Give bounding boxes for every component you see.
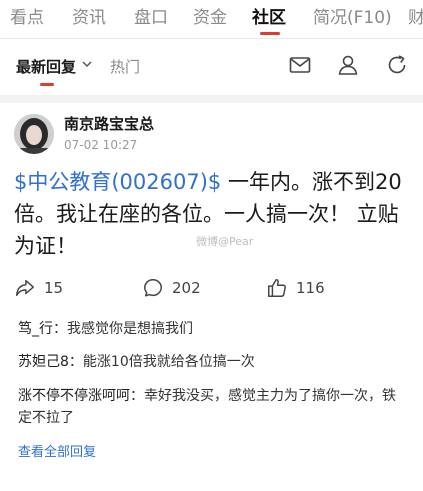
share-icon[interactable]: [14, 277, 36, 299]
reply-item[interactable]: 笃_行：我感觉你是想搞我们: [18, 318, 408, 340]
tab-news[interactable]: 资讯: [72, 3, 106, 28]
comment-count: 202: [172, 279, 201, 297]
stock-link[interactable]: $中公教育(002607)$: [14, 170, 221, 194]
reply-author[interactable]: 笃_行: [18, 321, 53, 337]
watermark: 微博@Pear: [196, 235, 254, 248]
reply-text: 我感觉你是想搞我们: [67, 321, 193, 337]
like-icon[interactable]: [266, 277, 288, 299]
reply-text: 能涨10倍我就给各位搞一次: [82, 354, 255, 370]
refresh-icon[interactable]: [385, 53, 409, 77]
chevron-down-icon[interactable]: [82, 61, 92, 68]
post-time: 07-02 10:27: [64, 138, 138, 152]
reply-item[interactable]: 苏妲己8：能涨10倍我就给各位搞一次: [18, 351, 408, 373]
share-count: 15: [44, 279, 64, 297]
sub-tab-bar: 最新回复 热门: [0, 39, 423, 95]
comment-icon[interactable]: [142, 277, 164, 299]
tab-pankou[interactable]: 盘口: [134, 3, 168, 28]
mail-icon[interactable]: [288, 53, 312, 77]
tab-finance[interactable]: 财: [408, 3, 423, 28]
avatar[interactable]: [14, 114, 54, 154]
reply-author[interactable]: 涨不停不停涨呵呵: [18, 388, 130, 404]
tab-f10[interactable]: 简况(F10): [313, 3, 392, 28]
tab-community[interactable]: 社区: [252, 3, 286, 28]
tab-kandian[interactable]: 看点: [10, 3, 44, 28]
avatar-image: [14, 114, 54, 154]
view-all-replies-link[interactable]: 查看全部回复: [18, 441, 96, 460]
profile-icon[interactable]: [336, 53, 360, 77]
like-count: 116: [296, 279, 325, 297]
reply-item[interactable]: 涨不停不停涨呵呵：幸好我没买，感觉主力为了搞你一次，铁定不拉了: [18, 385, 408, 429]
sort-latest-reply[interactable]: 最新回复: [16, 56, 76, 77]
active-tab-indicator: [260, 32, 280, 35]
reply-author[interactable]: 苏妲己8: [18, 354, 69, 370]
post-card: 南京路宝宝总 07-02 10:27 $中公教育(002607)$ 一年内。涨不…: [0, 103, 423, 491]
sort-underline: [40, 83, 54, 86]
post-author[interactable]: 南京路宝宝总: [64, 113, 154, 134]
tab-funds[interactable]: 资金: [193, 3, 227, 28]
tab-hot[interactable]: 热门: [110, 56, 140, 77]
top-tab-bar: 看点 资讯 盘口 资金 社区 简况(F10) 财: [0, 0, 423, 39]
